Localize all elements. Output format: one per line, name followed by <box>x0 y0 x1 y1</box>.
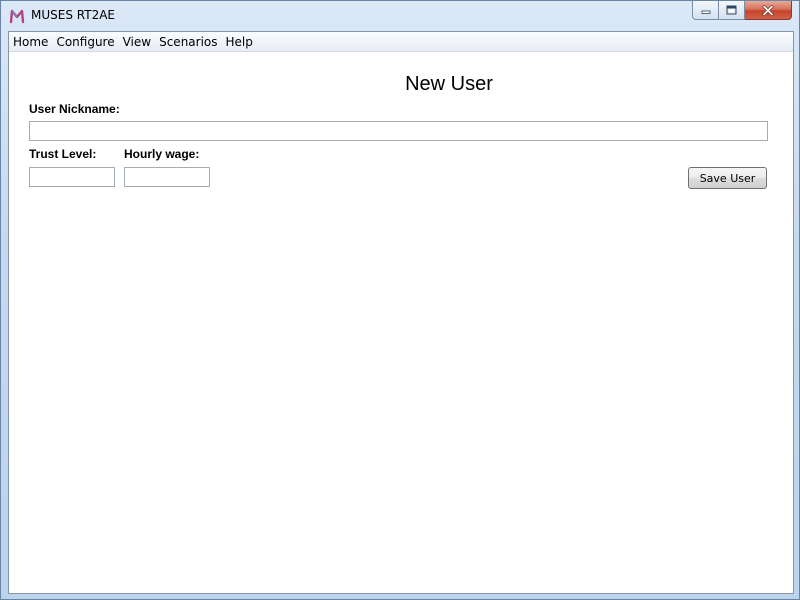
page-title: New User <box>405 73 493 95</box>
close-icon <box>762 4 774 16</box>
menu-view[interactable]: View <box>119 32 155 51</box>
nickname-input[interactable] <box>29 121 768 141</box>
save-user-button[interactable]: Save User <box>688 167 767 189</box>
window-controls <box>692 1 792 21</box>
trust-level-input[interactable] <box>29 167 115 187</box>
app-window: MUSES RT2AE Home Configure View Scenario… <box>0 0 800 600</box>
muses-logo-icon <box>9 8 25 24</box>
close-button[interactable] <box>745 1 792 20</box>
minimize-icon <box>701 6 711 14</box>
client-area: Home Configure View Scenarios Help New U… <box>8 31 794 594</box>
menu-home[interactable]: Home <box>9 32 52 51</box>
window-title: MUSES RT2AE <box>31 8 115 22</box>
minimize-button[interactable] <box>692 1 719 20</box>
menu-bar: Home Configure View Scenarios Help <box>9 32 793 52</box>
maximize-button[interactable] <box>719 1 745 20</box>
hourly-wage-input[interactable] <box>124 167 210 187</box>
menu-configure[interactable]: Configure <box>52 32 118 51</box>
hourly-wage-label: Hourly wage: <box>124 147 200 161</box>
maximize-icon <box>726 5 737 15</box>
nickname-label: User Nickname: <box>29 102 120 116</box>
menu-scenarios[interactable]: Scenarios <box>155 32 221 51</box>
trust-level-label: Trust Level: <box>29 147 97 161</box>
menu-help[interactable]: Help <box>222 32 257 51</box>
title-bar[interactable]: MUSES RT2AE <box>1 1 799 31</box>
